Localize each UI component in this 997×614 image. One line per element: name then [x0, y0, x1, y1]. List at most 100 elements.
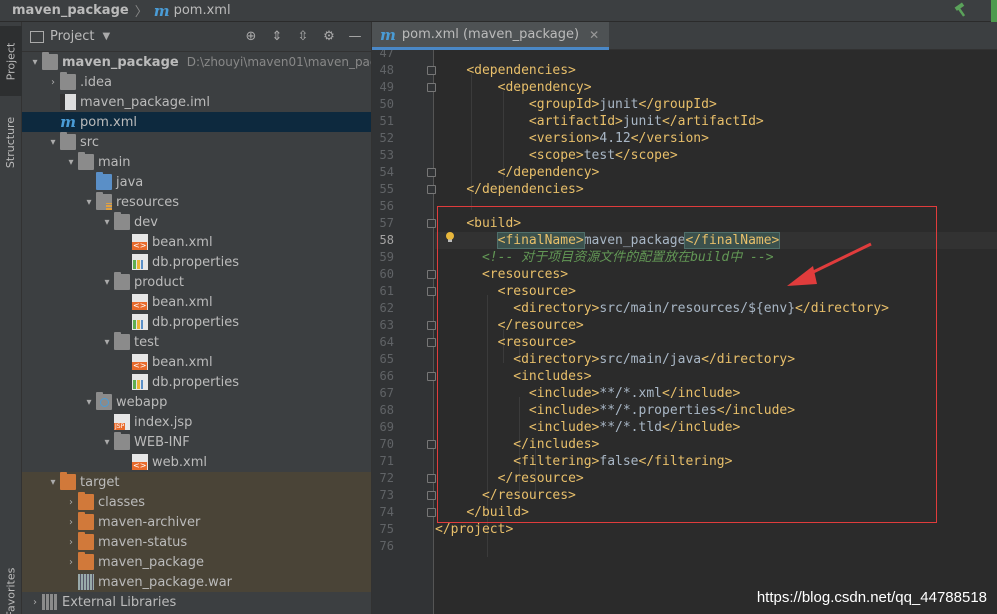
tree-item-product[interactable]: ▾ product [22, 272, 371, 292]
code-editor[interactable]: 47 48 49 50 51 52 53 54 55 56 57 58 59 60 61 62 63 64 65 66… [372, 50, 997, 614]
structure-tool-tab[interactable]: Structure [0, 102, 22, 182]
code-line[interactable]: <scope>test</scope> [435, 147, 997, 164]
tree-item-maven-status[interactable]: › maven-status [22, 532, 371, 552]
code-line[interactable]: <dependency> [435, 79, 997, 96]
code-line[interactable]: <artifactId>junit</artifactId> [435, 113, 997, 130]
tree-item-iml[interactable]: maven_package.iml [22, 92, 371, 112]
tree-item-java[interactable]: java [22, 172, 371, 192]
code-line[interactable]: <directory>src/main/resources/${env}</di… [435, 300, 997, 317]
tree-item-label: classes [98, 494, 146, 510]
build-hammer-icon[interactable] [953, 2, 969, 18]
code-line[interactable]: <dependencies> [435, 62, 997, 79]
code-token: <artifactId> [528, 114, 623, 129]
tree-item-product-bean[interactable]: bean.xml [22, 292, 371, 312]
code-line[interactable]: <resources> [435, 266, 997, 283]
locate-file-icon[interactable]: ⊕ [243, 28, 259, 44]
code-line[interactable]: </resources> [435, 487, 997, 504]
tree-item-maven-archiver[interactable]: › maven-archiver [22, 512, 371, 532]
tree-item-src[interactable]: ▾ src [22, 132, 371, 152]
tree-item-product-db[interactable]: db.properties [22, 312, 371, 332]
code-line[interactable]: <!-- 对于项目资源文件的配置放在build中 --> [435, 249, 997, 266]
chevron-right-icon[interactable]: › [28, 597, 42, 608]
favorites-tool-tab[interactable]: Favorites [0, 562, 22, 614]
line-number: 69 [379, 420, 394, 434]
tree-item-label: maven-archiver [98, 514, 201, 530]
code-line[interactable]: </project> [435, 521, 997, 538]
code-line[interactable]: </resource> [435, 317, 997, 334]
code-area[interactable]: <dependencies> <dependency> <groupId>jun… [435, 50, 997, 614]
code-line[interactable] [435, 50, 997, 62]
excluded-folder-icon [60, 472, 76, 490]
tree-item-pom[interactable]: m pom.xml [22, 112, 371, 132]
code-line[interactable]: <directory>src/main/java</directory> [435, 351, 997, 368]
chevron-down-icon[interactable]: ▾ [100, 337, 114, 348]
chevron-right-icon[interactable]: › [64, 537, 78, 548]
tree-item-maven-package[interactable]: › maven_package [22, 552, 371, 572]
tree-item-web-xml[interactable]: web.xml [22, 452, 371, 472]
chevron-down-icon[interactable]: ▾ [28, 57, 42, 68]
chevron-right-icon[interactable]: › [46, 77, 60, 88]
code-line[interactable]: <include>**/*.properties</include> [435, 402, 997, 419]
code-line[interactable] [435, 198, 997, 215]
tree-item-index-jsp[interactable]: index.jsp [22, 412, 371, 432]
chevron-down-icon[interactable]: ▾ [46, 137, 60, 148]
chevron-right-icon[interactable]: › [64, 497, 78, 508]
code-line[interactable]: </includes> [435, 436, 997, 453]
code-line[interactable]: <version>4.12</version> [435, 130, 997, 147]
chevron-down-icon[interactable]: ▾ [64, 157, 78, 168]
expand-all-icon[interactable]: ⇕ [269, 28, 285, 44]
code-line[interactable]: </dependencies> [435, 181, 997, 198]
code-line[interactable]: <filtering>false</filtering> [435, 453, 997, 470]
tree-item-classes[interactable]: › classes [22, 492, 371, 512]
chevron-down-icon[interactable]: ▾ [100, 277, 114, 288]
code-line[interactable]: <build> [435, 215, 997, 232]
code-line[interactable]: </dependency> [435, 164, 997, 181]
tree-item-label: resources [116, 194, 180, 210]
tree-item-dev[interactable]: ▾ dev [22, 212, 371, 232]
code-line[interactable] [435, 538, 997, 555]
chevron-right-icon[interactable]: › [64, 557, 78, 568]
breadcrumb-file[interactable]: pom.xml [174, 3, 231, 18]
tab-pom-xml[interactable]: m pom.xml (maven_package) ✕ [372, 22, 610, 50]
chevron-down-icon[interactable]: ▾ [82, 197, 96, 208]
tree-item-test[interactable]: ▾ test [22, 332, 371, 352]
tree-item-main[interactable]: ▾ main [22, 152, 371, 172]
breadcrumb-project[interactable]: maven_package [12, 3, 129, 18]
tree-item-dev-bean[interactable]: bean.xml [22, 232, 371, 252]
tree-item-web-inf[interactable]: ▾ WEB-INF [22, 432, 371, 452]
code-line[interactable]: <include>**/*.xml</include> [435, 385, 997, 402]
tree-item-test-db[interactable]: db.properties [22, 372, 371, 392]
chevron-down-icon[interactable]: ▾ [46, 477, 60, 488]
project-panel: Project ▼ ⊕ ⇕ ⇳ ⚙ — ▾ maven_package D:\z… [22, 22, 372, 614]
tree-item-dev-db[interactable]: db.properties [22, 252, 371, 272]
code-line[interactable]: <groupId>junit</groupId> [435, 96, 997, 113]
code-line[interactable]: </resource> [435, 470, 997, 487]
tree-item-root[interactable]: ▾ maven_package D:\zhouyi\maven01\maven_… [22, 52, 371, 72]
code-line[interactable]: <includes> [435, 368, 997, 385]
tree-item-test-bean[interactable]: bean.xml [22, 352, 371, 372]
tree-item-webapp[interactable]: ▾ webapp [22, 392, 371, 412]
lightbulb-icon[interactable] [444, 231, 456, 243]
chevron-down-icon[interactable]: ▾ [82, 397, 96, 408]
code-token: </resource> [497, 471, 584, 486]
code-line[interactable]: <resource> [435, 283, 997, 300]
code-line[interactable]: <resource> [435, 334, 997, 351]
tree-item-idea[interactable]: › .idea [22, 72, 371, 92]
tree-item-target[interactable]: ▾ target [22, 472, 371, 492]
tree-item-resources[interactable]: ▾ resources [22, 192, 371, 212]
close-icon[interactable]: ✕ [589, 28, 599, 42]
collapse-all-icon[interactable]: ⇳ [295, 28, 311, 44]
chevron-down-icon[interactable]: ▾ [100, 217, 114, 228]
chevron-right-icon[interactable]: › [64, 517, 78, 528]
tree-item-war[interactable]: maven_package.war [22, 572, 371, 592]
tree-item-external-libraries[interactable]: › External Libraries [22, 592, 371, 612]
project-panel-title[interactable]: Project [50, 29, 94, 44]
chevron-down-icon[interactable]: ▾ [100, 437, 114, 448]
code-line[interactable]: </build> [435, 504, 997, 521]
project-tool-tab[interactable]: Project [0, 26, 22, 96]
code-line[interactable]: <include>**/*.tld</include> [435, 419, 997, 436]
gear-icon[interactable]: ⚙ [321, 28, 337, 44]
chevron-down-icon[interactable]: ▼ [102, 31, 110, 42]
code-line[interactable]: <finalName>maven_package</finalName> [435, 232, 997, 249]
hide-panel-icon[interactable]: — [347, 28, 363, 44]
